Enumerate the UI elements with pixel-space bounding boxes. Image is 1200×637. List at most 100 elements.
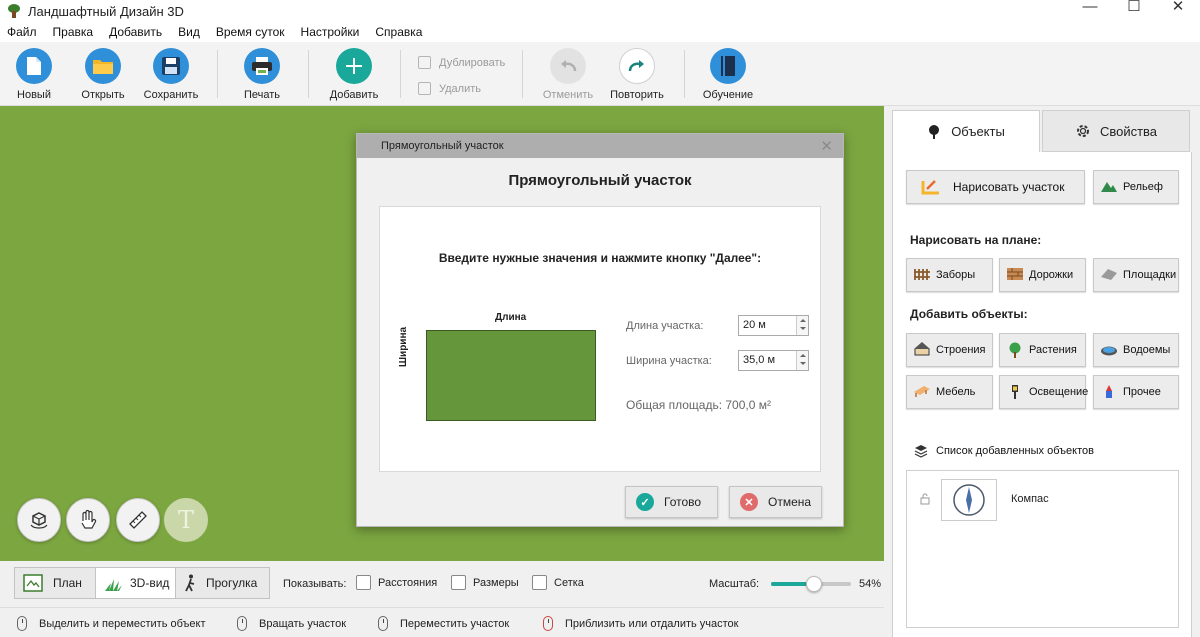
print-button[interactable]: Печать <box>238 48 286 101</box>
sizes-checkbox-box[interactable] <box>451 575 466 590</box>
fence-icon <box>913 267 931 283</box>
cancel-button[interactable]: ✕ Отмена <box>729 486 822 518</box>
redo-button[interactable]: Повторить <box>608 48 666 101</box>
mountain-icon <box>1100 179 1118 195</box>
pan-tool[interactable] <box>66 498 110 542</box>
duplicate-button[interactable]: Дублировать <box>418 56 505 69</box>
menu-time-of-day[interactable]: Время суток <box>216 25 285 39</box>
dialog-close-icon[interactable]: ✕ <box>820 137 833 155</box>
compass-icon <box>953 484 985 516</box>
mouse-right-icon <box>237 616 247 631</box>
list-item[interactable]: Компас <box>907 471 1178 523</box>
tab-objects[interactable]: Объекты <box>892 110 1040 152</box>
minimize-button[interactable]: — <box>1068 0 1112 22</box>
list-item-label: Компас <box>1011 493 1049 505</box>
maximize-button[interactable]: ☐ <box>1112 0 1156 22</box>
status-wheel-text: Приблизить или отдалить участок <box>565 617 739 630</box>
draw-plot-button[interactable]: Нарисовать участок <box>906 170 1085 204</box>
status-left-click: Выделить и переместить объект <box>17 616 206 631</box>
done-button[interactable]: ✓ Готово <box>625 486 718 518</box>
dialog-panel: Введите нужные значения и нажмите кнопку… <box>379 206 821 472</box>
lighting-button[interactable]: Освещение <box>999 375 1089 409</box>
print-label: Печать <box>243 89 281 101</box>
open-button[interactable]: Открыть <box>78 48 128 101</box>
width-spinner-arrows[interactable] <box>796 351 808 370</box>
undo-arrow-icon <box>550 48 586 84</box>
menu-file[interactable]: Файл <box>7 25 37 39</box>
width-label: Ширина участка: <box>626 355 712 367</box>
save-button[interactable]: Сохранить <box>142 48 200 101</box>
menu-help[interactable]: Справка <box>375 25 422 39</box>
scale-slider-thumb[interactable] <box>806 576 823 592</box>
gear-icon <box>1076 125 1089 137</box>
paths-button[interactable]: Дорожки <box>999 258 1086 292</box>
add-button[interactable]: Добавить <box>326 48 382 101</box>
fences-button[interactable]: Заборы <box>906 258 993 292</box>
length-input[interactable]: 20 м <box>738 315 809 336</box>
distances-checkbox-box[interactable] <box>356 575 371 590</box>
lighting-label: Освещение <box>1029 386 1089 398</box>
ponds-label: Водоемы <box>1123 344 1171 356</box>
book-icon <box>710 48 746 84</box>
delete-button[interactable]: Удалить <box>418 82 481 95</box>
view-bar: План 3D-вид Прогулка Показывать: Расстоя… <box>0 561 884 607</box>
furniture-button[interactable]: Мебель <box>906 375 993 409</box>
toolbar-separator <box>400 50 401 98</box>
unlock-icon[interactable] <box>919 493 931 505</box>
tab-plan-view[interactable]: План <box>14 567 96 599</box>
tutorial-button[interactable]: Обучение <box>700 48 756 101</box>
platform-icon <box>1100 267 1118 283</box>
tab-walk-view[interactable]: Прогулка <box>175 567 270 599</box>
menu-edit[interactable]: Правка <box>53 25 94 39</box>
length-value: 20 м <box>743 319 766 331</box>
status-middle-click: Переместить участок <box>378 616 509 631</box>
menu-add[interactable]: Добавить <box>109 25 162 39</box>
furniture-label: Мебель <box>936 386 976 398</box>
done-label: Готово <box>664 495 702 509</box>
redo-label: Повторить <box>610 89 664 101</box>
width-input[interactable]: 35,0 м <box>738 350 809 371</box>
ponds-button[interactable]: Водоемы <box>1093 333 1179 367</box>
length-spinner-arrows[interactable] <box>796 316 808 335</box>
areas-button[interactable]: Площадки <box>1093 258 1179 292</box>
rectangular-plot-dialog: Прямоугольный участок ✕ Прямоугольный уч… <box>356 133 844 527</box>
open-folder-icon <box>85 48 121 84</box>
menu-view[interactable]: Вид <box>178 25 200 39</box>
rotate-view-tool[interactable] <box>17 498 61 542</box>
grid-label: Сетка <box>554 576 584 589</box>
relief-button[interactable]: Рельеф <box>1093 170 1179 204</box>
tab-properties-label: Свойства <box>1099 123 1158 139</box>
areas-label: Площадки <box>1123 269 1177 281</box>
mouse-wheel-icon <box>543 616 553 631</box>
buildings-button[interactable]: Строения <box>906 333 993 367</box>
distances-checkbox[interactable]: Расстояния <box>356 575 437 590</box>
plant-tree-icon <box>1006 342 1024 358</box>
paths-label: Дорожки <box>1029 269 1074 281</box>
measure-tool[interactable] <box>116 498 160 542</box>
close-button[interactable]: ✕ <box>1156 0 1200 22</box>
new-button[interactable]: Новый <box>12 48 56 101</box>
right-panel: Объекты Свойства Нарисовать участок Рель… <box>884 106 1200 637</box>
plants-button[interactable]: Растения <box>999 333 1086 367</box>
scale-slider-track[interactable] <box>771 576 851 592</box>
buildings-label: Строения <box>936 344 986 356</box>
sizes-label: Размеры <box>473 576 519 589</box>
sizes-checkbox[interactable]: Размеры <box>451 575 519 590</box>
grid-checkbox[interactable]: Сетка <box>532 575 584 590</box>
open-label: Открыть <box>81 89 125 101</box>
save-disk-icon <box>153 48 189 84</box>
tab-3d-view[interactable]: 3D-вид <box>95 567 176 599</box>
house-icon <box>913 342 931 358</box>
grid-checkbox-box[interactable] <box>532 575 547 590</box>
cube-rotate-icon <box>30 512 48 529</box>
text-tool[interactable]: T <box>164 498 208 542</box>
tab-properties[interactable]: Свойства <box>1042 110 1190 152</box>
new-label: Новый <box>17 89 51 101</box>
undo-button[interactable]: Отменить <box>540 48 596 101</box>
other-button[interactable]: Прочее <box>1093 375 1179 409</box>
menu-settings[interactable]: Настройки <box>301 25 360 39</box>
paving-icon <box>1006 267 1024 283</box>
scale-label: Масштаб: <box>709 578 760 590</box>
title-bar: Ландшафтный Дизайн 3D — ☐ ✕ <box>0 0 1200 22</box>
tree-icon <box>929 124 940 139</box>
